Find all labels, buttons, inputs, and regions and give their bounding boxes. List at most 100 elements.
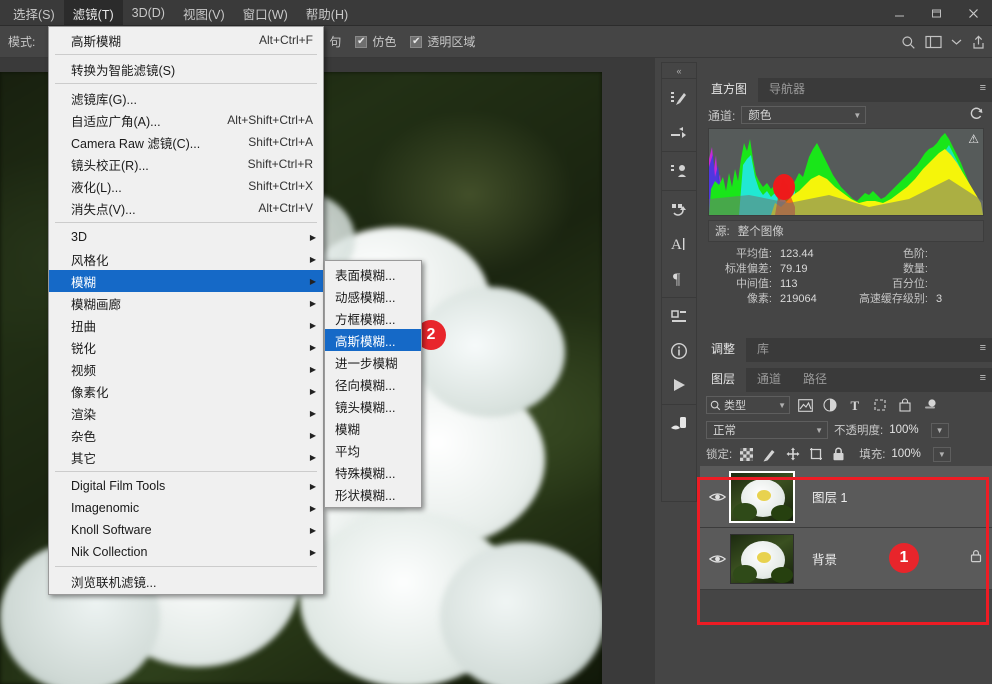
dither-checkbox[interactable]: ✔ 仿色 — [355, 33, 396, 50]
blur-submenu-item-2[interactable]: 方框模糊... — [325, 307, 421, 329]
share-icon[interactable] — [971, 35, 986, 50]
layer-visibility-toggle[interactable] — [704, 491, 730, 503]
fill-stepper[interactable]: ▼ — [932, 446, 951, 462]
blur-submenu-dropdown[interactable]: 表面模糊... 动感模糊... 方框模糊... 高斯模糊... 进一步模糊 径向模糊...… — [324, 260, 422, 508]
tab-navigator[interactable]: 导航器 — [758, 78, 816, 102]
pixel-filter-icon[interactable] — [795, 395, 815, 415]
menu-item-1[interactable]: 滤镜(T) — [63, 0, 123, 28]
filter-menu-item-6[interactable]: Camera Raw 滤镜(C)... Shift+Ctrl+A — [49, 131, 323, 153]
smart-object-filter-icon[interactable] — [895, 395, 915, 415]
lock-artboard-icon[interactable] — [807, 446, 824, 463]
menu-item-3[interactable]: 视图(V) — [174, 0, 234, 28]
layer-visibility-toggle[interactable] — [704, 553, 730, 565]
layer-row[interactable]: 图层 1 — [700, 466, 992, 528]
workspace-icon[interactable] — [925, 35, 942, 49]
filter-menu-dropdown[interactable]: 高斯模糊 Alt+Ctrl+F 转换为智能滤镜(S) 滤镜库(G)... 自适应广角(A… — [48, 26, 324, 595]
filter-menu-item-15[interactable]: 扭曲 ▶ — [49, 314, 323, 336]
opacity-stepper[interactable]: ▼ — [930, 422, 949, 438]
clone-source-icon[interactable] — [662, 154, 696, 188]
lock-transparency-icon[interactable] — [738, 446, 755, 463]
lock-all-icon[interactable] — [830, 446, 847, 463]
blur-submenu-item-9[interactable]: 特殊模糊... — [325, 461, 421, 483]
opacity-value[interactable]: 100% — [889, 424, 918, 436]
blur-submenu-item-1[interactable]: 动感模糊... — [325, 285, 421, 307]
blur-submenu-item-5[interactable]: 径向模糊... — [325, 373, 421, 395]
close-button[interactable] — [955, 0, 992, 26]
layer-filter-select[interactable]: 类型 ▼ — [706, 396, 790, 414]
character-icon[interactable]: A — [662, 227, 696, 261]
chevron-down-icon[interactable] — [951, 38, 962, 46]
blur-submenu-item-6[interactable]: 镜头模糊... — [325, 395, 421, 417]
fill-value[interactable]: 100% — [891, 448, 920, 460]
filter-menu-item-21[interactable]: 其它 ▶ — [49, 446, 323, 468]
brush-settings-icon[interactable] — [662, 115, 696, 149]
filter-menu-item-28[interactable]: 浏览联机滤镜... — [49, 570, 323, 592]
lock-image-icon[interactable] — [761, 446, 778, 463]
filter-menu-item-7[interactable]: 镜头校正(R)... Shift+Ctrl+R — [49, 153, 323, 175]
collapse-panels-button[interactable]: « — [662, 63, 696, 78]
minimize-button[interactable] — [881, 0, 918, 26]
menu-item-4[interactable]: 窗口(W) — [234, 0, 297, 28]
blur-submenu-item-10[interactable]: 形状模糊... — [325, 483, 421, 505]
lock-position-icon[interactable] — [784, 446, 801, 463]
panel-menu-icon[interactable]: ≡ — [980, 343, 986, 354]
layer-name[interactable]: 背景 — [812, 549, 837, 568]
panel-menu-icon[interactable]: ≡ — [980, 83, 986, 94]
blend-mode-select[interactable]: 正常 ▼ — [706, 421, 828, 439]
menu-item-5[interactable]: 帮助(H) — [297, 0, 357, 28]
tool-presets-icon[interactable] — [662, 407, 696, 441]
filter-menu-item-4[interactable]: 滤镜库(G)... — [49, 87, 323, 109]
filter-menu-item-13[interactable]: 模糊 ▶ — [49, 270, 323, 292]
filter-menu-item-14[interactable]: 模糊画廊 ▶ — [49, 292, 323, 314]
layer-thumbnail[interactable] — [729, 470, 795, 523]
type-filter-icon[interactable]: T — [845, 395, 865, 415]
tab-channels[interactable]: 通道 — [746, 368, 792, 392]
filter-menu-item-19[interactable]: 渲染 ▶ — [49, 402, 323, 424]
adjustments-icon[interactable] — [662, 193, 696, 227]
refresh-icon[interactable] — [969, 106, 984, 124]
paragraph-icon[interactable]: ¶ — [662, 261, 696, 295]
filter-menu-item-5[interactable]: 自适应广角(A)... Alt+Shift+Ctrl+A — [49, 109, 323, 131]
filter-menu-item-26[interactable]: Nik Collection ▶ — [49, 541, 323, 563]
info-icon[interactable] — [662, 334, 696, 368]
shape-filter-icon[interactable] — [870, 395, 890, 415]
filter-menu-item-25[interactable]: Knoll Software ▶ — [49, 519, 323, 541]
filter-menu-item-0[interactable]: 高斯模糊 Alt+Ctrl+F — [49, 29, 323, 51]
tab-adjustments[interactable]: 调整 — [700, 338, 747, 362]
transparency-checkbox[interactable]: ✔ 透明区域 — [410, 33, 475, 50]
filter-menu-item-9[interactable]: 消失点(V)... Alt+Ctrl+V — [49, 197, 323, 219]
panel-menu-icon[interactable]: ≡ — [980, 373, 986, 384]
brush-presets-icon[interactable] — [662, 81, 696, 115]
filter-menu-item-16[interactable]: 锐化 ▶ — [49, 336, 323, 358]
menu-item-2[interactable]: 3D(D) — [123, 1, 174, 25]
blur-submenu-item-7[interactable]: 模糊 — [325, 417, 421, 439]
menu-item-0[interactable]: 选择(S) — [4, 0, 64, 28]
filter-menu-item-18[interactable]: 像素化 ▶ — [49, 380, 323, 402]
adjustment-filter-icon[interactable] — [820, 395, 840, 415]
tab-libraries[interactable]: 库 — [746, 338, 780, 362]
maximize-button[interactable] — [918, 0, 955, 26]
tab-paths[interactable]: 路径 — [792, 368, 838, 392]
tab-layers[interactable]: 图层 — [700, 368, 747, 392]
tab-histogram[interactable]: 直方图 — [700, 78, 759, 102]
filter-menu-item-11[interactable]: 3D ▶ — [49, 226, 323, 248]
blur-submenu-item-0[interactable]: 表面模糊... — [325, 263, 421, 285]
filter-menu-item-20[interactable]: 杂色 ▶ — [49, 424, 323, 446]
channel-select[interactable]: 颜色 ▼ — [741, 106, 867, 124]
filter-menu-item-2[interactable]: 转换为智能滤镜(S) — [49, 58, 323, 80]
timeline-icon[interactable] — [662, 368, 696, 402]
layer-thumbnail[interactable] — [730, 533, 794, 584]
layer-name[interactable]: 图层 1 — [812, 487, 847, 506]
blur-submenu-item-4[interactable]: 进一步模糊 — [325, 351, 421, 373]
blur-submenu-item-8[interactable]: 平均 — [325, 439, 421, 461]
filter-menu-item-23[interactable]: Digital Film Tools ▶ — [49, 475, 323, 497]
filter-menu-item-17[interactable]: 视频 ▶ — [49, 358, 323, 380]
filter-menu-item-8[interactable]: 液化(L)... Shift+Ctrl+X — [49, 175, 323, 197]
warning-icon[interactable]: ⚠ — [968, 132, 979, 146]
filter-toggle-icon[interactable] — [920, 395, 940, 415]
layer-row[interactable]: 背景 — [700, 528, 992, 590]
properties-icon[interactable] — [662, 300, 696, 334]
search-icon[interactable] — [901, 35, 916, 50]
filter-menu-item-12[interactable]: 风格化 ▶ — [49, 248, 323, 270]
filter-menu-item-24[interactable]: Imagenomic ▶ — [49, 497, 323, 519]
